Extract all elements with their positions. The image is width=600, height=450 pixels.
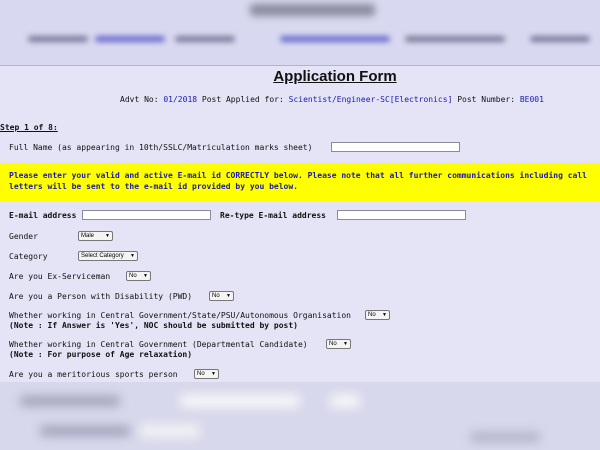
header-link-blurred (95, 36, 165, 42)
blurred-content (470, 432, 540, 442)
advertisement-info: Advt No: 01/2018 Post Applied for: Scien… (120, 95, 544, 104)
chevron-down-icon: ▼ (211, 371, 216, 377)
sports-label: Are you a meritorious sports person (9, 370, 178, 379)
retype-email-label: Re-type E-mail address (220, 211, 326, 220)
category-label: Category (9, 252, 48, 261)
header-band (0, 0, 600, 66)
page-title: Application Form (273, 68, 397, 85)
notice-line-2: letters will be sent to the e-mail id pr… (9, 182, 298, 191)
central-dept-select[interactable]: No ▼ (326, 339, 351, 349)
pwd-select[interactable]: No ▼ (209, 291, 234, 301)
post-applied-value: Scientist/Engineer-SC[Electronics] (288, 95, 453, 104)
ex-serviceman-select[interactable]: No ▼ (126, 271, 151, 281)
blurred-content (140, 424, 200, 438)
central-dept-label: Whether working in Central Government (D… (9, 340, 308, 349)
blurred-content (330, 394, 360, 408)
header-link-blurred (280, 36, 390, 42)
full-name-label: Full Name (as appearing in 10th/SSLC/Mat… (9, 143, 313, 152)
central-dept-select-value: No (329, 341, 337, 347)
full-name-field[interactable] (331, 142, 460, 152)
blurred-content (180, 394, 300, 408)
post-number-value: BE001 (519, 95, 544, 104)
chevron-down-icon: ▼ (343, 341, 348, 347)
advt-no-value: 01/2018 (163, 95, 198, 104)
sports-select[interactable]: No ▼ (194, 369, 219, 379)
header-link-blurred (405, 36, 505, 42)
step-indicator: Step 1 of 8: (0, 123, 58, 132)
central-state-select-value: No (368, 312, 376, 318)
gender-label: Gender (9, 232, 38, 241)
pwd-select-value: No (212, 293, 220, 299)
central-state-select[interactable]: No ▼ (365, 310, 390, 320)
gender-select-value: Male (81, 233, 95, 239)
sports-select-value: No (197, 371, 205, 377)
blurred-content (40, 426, 130, 436)
central-dept-note: (Note : For purpose of Age relaxation) (9, 350, 193, 359)
email-label: E-mail address (9, 211, 77, 220)
chevron-down-icon: ▼ (226, 293, 231, 299)
category-select-value: Select Category (81, 253, 124, 259)
ex-serviceman-label: Are you Ex-Serviceman (9, 272, 111, 281)
chevron-down-icon: ▼ (382, 312, 387, 318)
chevron-down-icon: ▼ (105, 233, 110, 239)
advt-no-label: Advt No: (120, 95, 159, 104)
post-number-label: Post Number: (457, 95, 516, 104)
header-link-blurred (175, 36, 235, 42)
central-state-label: Whether working in Central Government/St… (9, 311, 351, 320)
notice-line-1: Please enter your valid and active E-mai… (9, 171, 587, 180)
pwd-label: Are you a Person with Disability (PWD) (9, 292, 193, 301)
blurred-footer (0, 382, 600, 450)
header-link-blurred (530, 36, 590, 42)
central-state-note: (Note : If Answer is 'Yes', NOC should b… (9, 321, 298, 330)
chevron-down-icon: ▼ (130, 253, 135, 259)
email-field[interactable] (82, 210, 211, 220)
header-link-blurred (28, 36, 88, 42)
header-title-blurred (250, 4, 375, 16)
gender-select[interactable]: Male ▼ (78, 231, 113, 241)
chevron-down-icon: ▼ (143, 273, 148, 279)
blurred-content (20, 396, 120, 406)
email-notice: Please enter your valid and active E-mai… (0, 163, 600, 201)
ex-serviceman-select-value: No (129, 273, 137, 279)
retype-email-field[interactable] (337, 210, 466, 220)
category-select[interactable]: Select Category ▼ (78, 251, 138, 261)
post-applied-label: Post Applied for: (201, 95, 284, 104)
